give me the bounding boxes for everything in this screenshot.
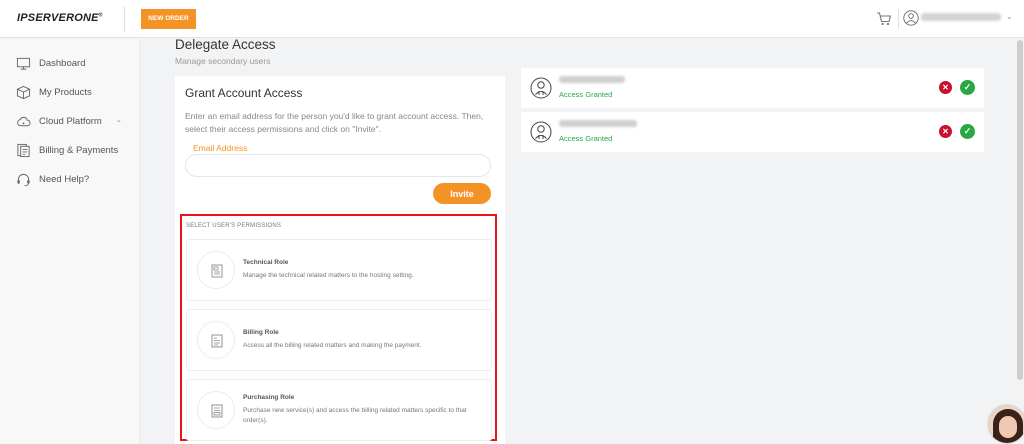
- user-avatar-icon: [530, 121, 552, 143]
- revoke-button[interactable]: ✕: [939, 125, 952, 138]
- sidebar: Dashboard My Products Cloud Platform ⌄ B…: [0, 39, 140, 444]
- role-icon-wrapper: [197, 251, 235, 289]
- permission-card-billing[interactable]: Billing Role Access all the billing rela…: [186, 309, 492, 371]
- sidebar-item-billing-payments[interactable]: Billing & Payments: [0, 139, 140, 163]
- scrollbar-thumb[interactable]: [1017, 40, 1023, 380]
- box-icon: [16, 85, 31, 100]
- headset-icon: [17, 173, 30, 187]
- sidebar-item-need-help[interactable]: Need Help?: [0, 168, 140, 192]
- top-bar: IPSERVERONE® NEW ORDER ⌄: [0, 0, 1024, 38]
- support-chat-avatar[interactable]: [987, 404, 1024, 444]
- page-title: Delegate Access: [175, 37, 276, 52]
- page-subtitle: Manage secondary users: [175, 56, 271, 66]
- user-avatar-icon: [530, 77, 552, 99]
- role-name: Purchasing Role: [243, 394, 295, 401]
- user-name-redacted[interactable]: [921, 13, 1001, 21]
- role-description: Access all the billing related matters a…: [243, 342, 422, 349]
- user-name-redacted: [559, 76, 625, 83]
- permissions-heading: SELECT USER'S PERMISSIONS: [186, 223, 282, 229]
- sidebar-item-dashboard[interactable]: Dashboard: [0, 52, 140, 76]
- user-name-redacted: [559, 120, 637, 127]
- logo-text: IPSERVERONE: [17, 12, 99, 24]
- role-name: Billing Role: [243, 329, 279, 336]
- sidebar-item-label: Need Help?: [39, 174, 90, 185]
- access-status: Access Granted: [559, 90, 613, 99]
- role-description: Purchase new service(s) and access the b…: [243, 407, 467, 424]
- logo-divider: [124, 6, 125, 32]
- server-document-icon: [211, 264, 223, 278]
- new-order-button[interactable]: NEW ORDER: [141, 9, 196, 29]
- access-status: Access Granted: [559, 134, 613, 143]
- sidebar-item-label: Billing & Payments: [39, 145, 119, 156]
- header-divider: [898, 9, 899, 29]
- avatar-face: [999, 416, 1017, 438]
- grant-access-title: Grant Account Access: [185, 86, 303, 100]
- chevron-down-icon[interactable]: ⌄: [116, 116, 122, 124]
- approve-button[interactable]: ✓: [960, 124, 975, 139]
- logo-registered-mark: ®: [98, 12, 103, 19]
- invoice-icon: [211, 334, 223, 348]
- sidebar-item-my-products[interactable]: My Products: [0, 81, 140, 105]
- secondary-user-card: Access Granted ✕ ✓: [521, 68, 984, 108]
- email-field[interactable]: [185, 154, 491, 177]
- permission-card-technical[interactable]: Technical Role Manage the technical rela…: [186, 239, 492, 301]
- cloud-icon: [17, 116, 31, 127]
- email-label: Email Address: [193, 143, 248, 153]
- revoke-button[interactable]: ✕: [939, 81, 952, 94]
- cart-icon[interactable]: [876, 11, 892, 27]
- logo[interactable]: IPSERVERONE®: [17, 12, 103, 24]
- monitor-icon: [16, 57, 31, 70]
- chevron-down-icon[interactable]: ⌄: [1006, 12, 1013, 21]
- sidebar-item-label: Cloud Platform: [39, 116, 102, 127]
- secondary-user-card: Access Granted ✕ ✓: [521, 112, 984, 152]
- sidebar-item-label: Dashboard: [39, 58, 86, 69]
- role-icon-wrapper: [197, 391, 235, 429]
- receipt-icon: [211, 404, 223, 418]
- role-name: Technical Role: [243, 259, 289, 266]
- grant-access-description: Enter an email address for the person yo…: [185, 111, 484, 134]
- user-avatar-icon[interactable]: [903, 10, 919, 26]
- invite-button[interactable]: Invite: [433, 183, 491, 204]
- approve-button[interactable]: ✓: [960, 80, 975, 95]
- sidebar-item-label: My Products: [39, 87, 92, 98]
- permission-card-purchasing[interactable]: Purchasing Role Purchase new service(s) …: [186, 379, 492, 441]
- role-description: Manage the technical related matters to …: [243, 272, 414, 279]
- role-icon-wrapper: [197, 321, 235, 359]
- billing-icon: [17, 143, 30, 158]
- sidebar-item-cloud-platform[interactable]: Cloud Platform ⌄: [0, 110, 140, 134]
- permissions-section: SELECT USER'S PERMISSIONS Technical Role…: [180, 214, 497, 441]
